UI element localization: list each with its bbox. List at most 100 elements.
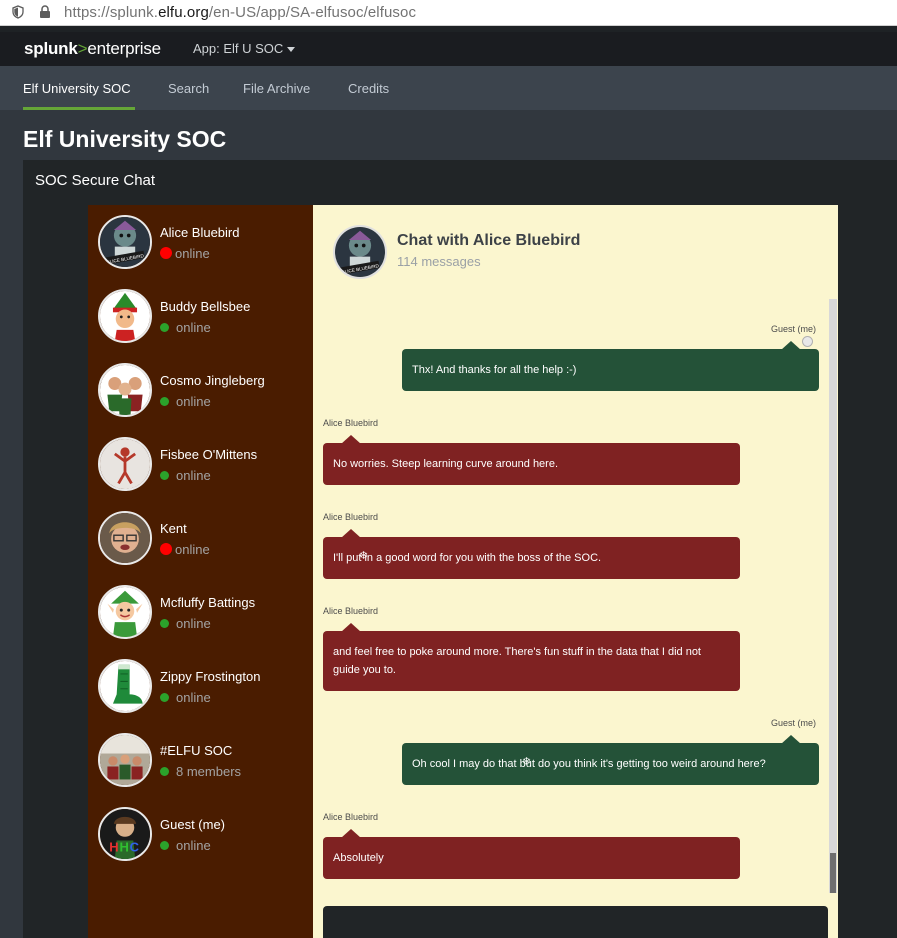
browser-url-bar[interactable]: https://splunk.elfu.org/en-US/app/SA-elf… — [0, 0, 897, 26]
contact-guest-me[interactable]: HHC Guest (me) online — [98, 807, 308, 861]
url-domain: elfu.org — [158, 4, 209, 21]
status-indicator-icon — [160, 841, 169, 850]
contact-name: Fisbee O'Mittens — [160, 447, 258, 462]
status-label: online — [176, 394, 211, 409]
logo-product: enterprise — [87, 39, 161, 58]
chat-main: ALICE BLUEBIRD Chat with Alice Bluebird … — [313, 205, 838, 938]
message-sender: Alice Bluebird — [323, 512, 379, 522]
contact-kent[interactable]: Kent online — [98, 511, 308, 565]
contact-name: Kent — [160, 521, 187, 536]
mouse-cursor-icon: ❄ — [359, 550, 369, 562]
contact-status: online — [160, 394, 211, 409]
status-indicator-icon — [160, 543, 172, 555]
url-prefix: https://splunk. — [64, 4, 159, 21]
contact-fisbee-omittens[interactable]: Fisbee O'Mittens online — [98, 437, 308, 491]
hhc-avatar-icon: HHC — [98, 807, 152, 861]
bubble-tail — [341, 435, 361, 444]
secure-chat: ALICE BLUEBIRD Alice Bluebird online Bud… — [88, 205, 838, 938]
contact-status: online — [160, 320, 211, 335]
contact-name: Buddy Bellsbee — [160, 299, 251, 314]
group-avatar-icon — [98, 733, 152, 787]
contact-name: #ELFU SOC — [160, 743, 233, 758]
contact-elfu-soc[interactable]: #ELFU SOC 8 members — [98, 733, 308, 787]
status-label: online — [175, 542, 210, 557]
message-text: Absolutely — [333, 852, 384, 864]
status-label: 8 members — [176, 764, 242, 779]
contact-status: online — [160, 690, 211, 705]
bubble-tail — [781, 735, 801, 744]
message-sender: Alice Bluebird — [323, 418, 379, 428]
elf-boot-avatar-icon — [98, 659, 152, 713]
status-label: online — [176, 320, 211, 335]
contact-name: Guest (me) — [160, 817, 226, 832]
elves-group-avatar-icon — [98, 363, 152, 417]
elf-toy-avatar-icon — [98, 437, 152, 491]
contact-buddy-bellsbee[interactable]: Buddy Bellsbee online — [98, 289, 308, 343]
dashboard-title: Elf University SOC — [23, 126, 227, 152]
shield-icon[interactable] — [12, 5, 24, 19]
contact-status: online — [160, 468, 211, 483]
app-nav: Elf University SOC Search File Archive C… — [0, 66, 897, 110]
message-bubble-incoming: No worries. Steep learning curve around … — [323, 435, 740, 485]
contact-status: 8 members — [160, 764, 241, 779]
mouse-cursor-icon: ❄ — [522, 756, 532, 768]
logo-splunk: splunk — [24, 39, 78, 58]
tab-search[interactable]: Search — [168, 81, 209, 96]
message-sender: Alice Bluebird — [323, 812, 379, 822]
chat-title: Chat with Alice Bluebird — [397, 232, 581, 249]
status-label: online — [176, 690, 211, 705]
status-indicator-icon — [160, 471, 169, 480]
svg-text:C: C — [130, 840, 139, 855]
lock-icon[interactable] — [38, 5, 52, 19]
read-receipt-icon — [802, 336, 813, 347]
contact-status: online — [160, 246, 210, 261]
contact-name: Mcfluffy Battings — [160, 595, 256, 610]
message-text: Thx! And thanks for all the help :-) — [412, 364, 577, 376]
splunk-logo[interactable]: splunk>enterprise — [24, 39, 161, 59]
status-label: online — [176, 838, 211, 853]
bubble-tail — [781, 341, 801, 350]
message-text: I'll put in a good word for you with the… — [333, 552, 602, 564]
svg-text:H: H — [119, 840, 128, 855]
message-bubble-incoming: and feel free to poke around more. There… — [323, 623, 740, 691]
status-indicator-icon — [160, 693, 169, 702]
url-path: /en-US/app/SA-elfusoc/elfusoc — [208, 4, 417, 21]
message-list[interactable]: Guest (me) Thx! And thanks for all the h… — [313, 299, 838, 893]
status-indicator-icon — [160, 247, 172, 259]
bubble-tail — [341, 623, 361, 632]
scrollbar-thumb[interactable] — [830, 853, 836, 893]
scrollbar-track[interactable] — [829, 299, 837, 893]
status-label: online — [176, 468, 211, 483]
app-menu[interactable]: App: Elf U SOC — [193, 41, 296, 56]
kent-avatar-icon — [98, 511, 152, 565]
contacts-sidebar: ALICE BLUEBIRD Alice Bluebird online Bud… — [88, 205, 313, 938]
contact-alice-bluebird[interactable]: ALICE BLUEBIRD Alice Bluebird online — [98, 215, 308, 269]
splunk-topbar: splunk>enterprise App: Elf U SOC — [0, 32, 897, 66]
bubble-tail — [341, 529, 361, 538]
tab-credits[interactable]: Credits — [348, 81, 389, 96]
message-sender: Guest (me) — [770, 718, 816, 728]
message-sender: Alice Bluebird — [323, 606, 379, 616]
contact-cosmo-jingleberg[interactable]: Cosmo Jingleberg online — [98, 363, 308, 417]
contact-name: Alice Bluebird — [160, 225, 240, 240]
contact-zippy-frostington[interactable]: Zippy Frostington online — [98, 659, 308, 713]
contact-status: online — [160, 542, 210, 557]
status-indicator-icon — [160, 323, 169, 332]
bubble-tail — [341, 829, 361, 838]
elf-cartoon-avatar-icon — [98, 585, 152, 639]
message-bubble-incoming: Absolutely — [323, 829, 740, 879]
logo-gt: > — [77, 39, 88, 58]
url-text[interactable]: https://splunk.elfu.org/en-US/app/SA-elf… — [64, 4, 416, 21]
tab-file-archive[interactable]: File Archive — [243, 81, 310, 96]
status-indicator-icon — [160, 397, 169, 406]
message-input[interactable] — [323, 906, 828, 938]
message-bubble-outgoing: Thx! And thanks for all the help :-) — [402, 341, 819, 391]
tab-elf-university-soc[interactable]: Elf University SOC — [23, 81, 131, 96]
alice-bluebird-avatar-icon: ALICE BLUEBIRD — [98, 215, 152, 269]
contact-mcfluffy-battings[interactable]: Mcfluffy Battings online — [98, 585, 308, 639]
contact-status: online — [160, 616, 211, 631]
caret-down-icon — [287, 47, 296, 53]
message-text: No worries. Steep learning curve around … — [333, 458, 559, 470]
message-text: Oh cool I may do that but do you think i… — [412, 758, 766, 770]
message-count: 114 messages — [397, 254, 481, 269]
